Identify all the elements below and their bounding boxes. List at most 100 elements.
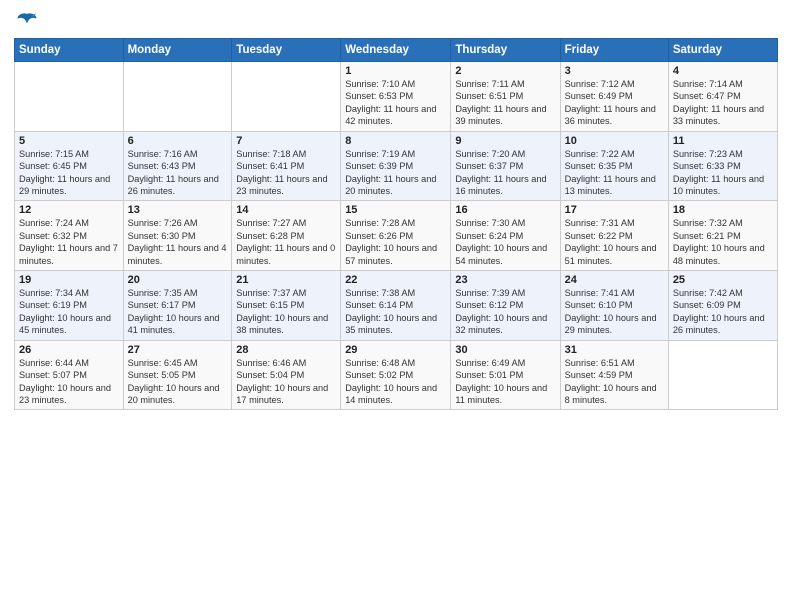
day-number: 2 (455, 65, 555, 77)
day-info: Sunrise: 6:46 AM Sunset: 5:04 PM Dayligh… (236, 357, 336, 407)
day-number: 31 (565, 344, 664, 356)
calendar-cell: 24Sunrise: 7:41 AM Sunset: 6:10 PM Dayli… (560, 271, 668, 341)
day-info: Sunrise: 7:27 AM Sunset: 6:28 PM Dayligh… (236, 217, 336, 267)
weekday-header-tuesday: Tuesday (232, 39, 341, 62)
day-number: 5 (19, 135, 119, 147)
day-info: Sunrise: 7:32 AM Sunset: 6:21 PM Dayligh… (673, 217, 773, 267)
day-number: 6 (128, 135, 228, 147)
day-number: 15 (345, 204, 446, 216)
calendar-cell: 20Sunrise: 7:35 AM Sunset: 6:17 PM Dayli… (123, 271, 232, 341)
day-info: Sunrise: 6:49 AM Sunset: 5:01 PM Dayligh… (455, 357, 555, 407)
day-number: 20 (128, 274, 228, 286)
day-number: 28 (236, 344, 336, 356)
day-info: Sunrise: 7:20 AM Sunset: 6:37 PM Dayligh… (455, 148, 555, 198)
calendar-cell: 27Sunrise: 6:45 AM Sunset: 5:05 PM Dayli… (123, 340, 232, 410)
day-number: 10 (565, 135, 664, 147)
day-info: Sunrise: 7:30 AM Sunset: 6:24 PM Dayligh… (455, 217, 555, 267)
week-row-2: 5Sunrise: 7:15 AM Sunset: 6:45 PM Daylig… (15, 131, 778, 201)
weekday-header-wednesday: Wednesday (341, 39, 451, 62)
day-info: Sunrise: 7:15 AM Sunset: 6:45 PM Dayligh… (19, 148, 119, 198)
day-number: 27 (128, 344, 228, 356)
calendar-cell: 15Sunrise: 7:28 AM Sunset: 6:26 PM Dayli… (341, 201, 451, 271)
page: SundayMondayTuesdayWednesdayThursdayFrid… (0, 0, 792, 612)
calendar-cell: 18Sunrise: 7:32 AM Sunset: 6:21 PM Dayli… (668, 201, 777, 271)
calendar-cell: 2Sunrise: 7:11 AM Sunset: 6:51 PM Daylig… (451, 62, 560, 132)
calendar-cell: 26Sunrise: 6:44 AM Sunset: 5:07 PM Dayli… (15, 340, 124, 410)
calendar-cell: 11Sunrise: 7:23 AM Sunset: 6:33 PM Dayli… (668, 131, 777, 201)
calendar-cell: 30Sunrise: 6:49 AM Sunset: 5:01 PM Dayli… (451, 340, 560, 410)
calendar-cell: 8Sunrise: 7:19 AM Sunset: 6:39 PM Daylig… (341, 131, 451, 201)
day-info: Sunrise: 7:37 AM Sunset: 6:15 PM Dayligh… (236, 287, 336, 337)
weekday-header-friday: Friday (560, 39, 668, 62)
day-number: 4 (673, 65, 773, 77)
weekday-header-saturday: Saturday (668, 39, 777, 62)
day-number: 19 (19, 274, 119, 286)
weekday-header-sunday: Sunday (15, 39, 124, 62)
day-info: Sunrise: 7:41 AM Sunset: 6:10 PM Dayligh… (565, 287, 664, 337)
day-number: 1 (345, 65, 446, 77)
day-info: Sunrise: 7:19 AM Sunset: 6:39 PM Dayligh… (345, 148, 446, 198)
calendar-cell: 7Sunrise: 7:18 AM Sunset: 6:41 PM Daylig… (232, 131, 341, 201)
day-number: 3 (565, 65, 664, 77)
day-info: Sunrise: 6:45 AM Sunset: 5:05 PM Dayligh… (128, 357, 228, 407)
calendar-table: SundayMondayTuesdayWednesdayThursdayFrid… (14, 38, 778, 410)
calendar-cell: 17Sunrise: 7:31 AM Sunset: 6:22 PM Dayli… (560, 201, 668, 271)
calendar-cell: 5Sunrise: 7:15 AM Sunset: 6:45 PM Daylig… (15, 131, 124, 201)
calendar-cell: 13Sunrise: 7:26 AM Sunset: 6:30 PM Dayli… (123, 201, 232, 271)
day-info: Sunrise: 7:35 AM Sunset: 6:17 PM Dayligh… (128, 287, 228, 337)
logo-bird-icon (16, 10, 38, 32)
weekday-header-row: SundayMondayTuesdayWednesdayThursdayFrid… (15, 39, 778, 62)
day-info: Sunrise: 6:44 AM Sunset: 5:07 PM Dayligh… (19, 357, 119, 407)
header (14, 10, 778, 30)
day-info: Sunrise: 7:23 AM Sunset: 6:33 PM Dayligh… (673, 148, 773, 198)
calendar-cell: 14Sunrise: 7:27 AM Sunset: 6:28 PM Dayli… (232, 201, 341, 271)
calendar-cell (123, 62, 232, 132)
day-number: 17 (565, 204, 664, 216)
day-number: 13 (128, 204, 228, 216)
calendar-cell: 19Sunrise: 7:34 AM Sunset: 6:19 PM Dayli… (15, 271, 124, 341)
day-number: 29 (345, 344, 446, 356)
day-number: 11 (673, 135, 773, 147)
day-info: Sunrise: 7:39 AM Sunset: 6:12 PM Dayligh… (455, 287, 555, 337)
calendar-cell: 23Sunrise: 7:39 AM Sunset: 6:12 PM Dayli… (451, 271, 560, 341)
week-row-4: 19Sunrise: 7:34 AM Sunset: 6:19 PM Dayli… (15, 271, 778, 341)
calendar-cell: 25Sunrise: 7:42 AM Sunset: 6:09 PM Dayli… (668, 271, 777, 341)
day-info: Sunrise: 7:12 AM Sunset: 6:49 PM Dayligh… (565, 78, 664, 128)
day-number: 22 (345, 274, 446, 286)
day-number: 25 (673, 274, 773, 286)
day-number: 21 (236, 274, 336, 286)
calendar-cell (15, 62, 124, 132)
calendar-cell: 3Sunrise: 7:12 AM Sunset: 6:49 PM Daylig… (560, 62, 668, 132)
day-number: 26 (19, 344, 119, 356)
week-row-5: 26Sunrise: 6:44 AM Sunset: 5:07 PM Dayli… (15, 340, 778, 410)
day-info: Sunrise: 7:42 AM Sunset: 6:09 PM Dayligh… (673, 287, 773, 337)
calendar-cell: 31Sunrise: 6:51 AM Sunset: 4:59 PM Dayli… (560, 340, 668, 410)
day-info: Sunrise: 7:11 AM Sunset: 6:51 PM Dayligh… (455, 78, 555, 128)
calendar-cell: 10Sunrise: 7:22 AM Sunset: 6:35 PM Dayli… (560, 131, 668, 201)
day-number: 16 (455, 204, 555, 216)
day-info: Sunrise: 7:22 AM Sunset: 6:35 PM Dayligh… (565, 148, 664, 198)
calendar-cell: 4Sunrise: 7:14 AM Sunset: 6:47 PM Daylig… (668, 62, 777, 132)
day-info: Sunrise: 7:34 AM Sunset: 6:19 PM Dayligh… (19, 287, 119, 337)
day-number: 14 (236, 204, 336, 216)
day-number: 8 (345, 135, 446, 147)
calendar-cell (232, 62, 341, 132)
weekday-header-monday: Monday (123, 39, 232, 62)
day-number: 30 (455, 344, 555, 356)
day-info: Sunrise: 7:10 AM Sunset: 6:53 PM Dayligh… (345, 78, 446, 128)
weekday-header-thursday: Thursday (451, 39, 560, 62)
logo (14, 14, 38, 30)
day-info: Sunrise: 7:16 AM Sunset: 6:43 PM Dayligh… (128, 148, 228, 198)
day-info: Sunrise: 7:24 AM Sunset: 6:32 PM Dayligh… (19, 217, 119, 267)
calendar-cell (668, 340, 777, 410)
day-info: Sunrise: 7:18 AM Sunset: 6:41 PM Dayligh… (236, 148, 336, 198)
calendar-cell: 1Sunrise: 7:10 AM Sunset: 6:53 PM Daylig… (341, 62, 451, 132)
day-number: 9 (455, 135, 555, 147)
day-number: 24 (565, 274, 664, 286)
calendar-cell: 9Sunrise: 7:20 AM Sunset: 6:37 PM Daylig… (451, 131, 560, 201)
week-row-3: 12Sunrise: 7:24 AM Sunset: 6:32 PM Dayli… (15, 201, 778, 271)
calendar-cell: 12Sunrise: 7:24 AM Sunset: 6:32 PM Dayli… (15, 201, 124, 271)
day-number: 18 (673, 204, 773, 216)
calendar-cell: 16Sunrise: 7:30 AM Sunset: 6:24 PM Dayli… (451, 201, 560, 271)
day-number: 12 (19, 204, 119, 216)
